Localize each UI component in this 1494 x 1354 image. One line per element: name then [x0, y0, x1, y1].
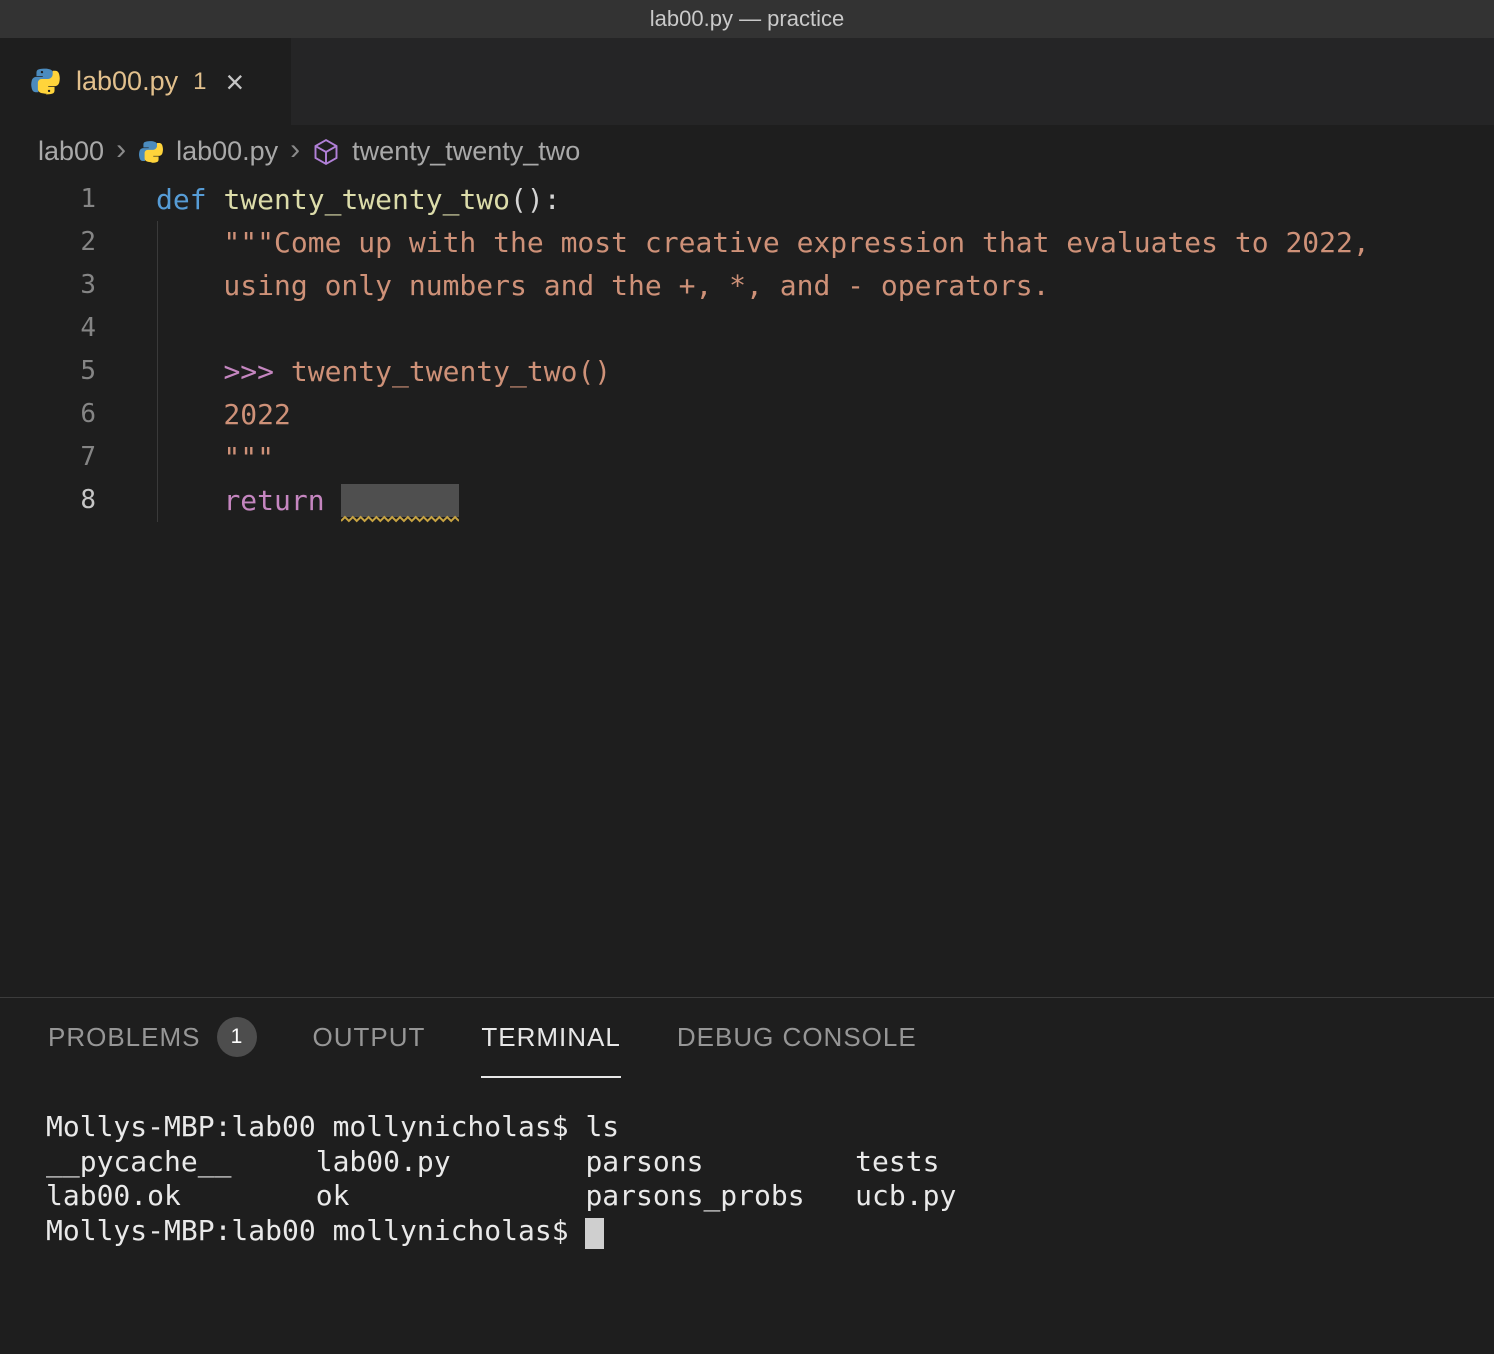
symbol-cube-icon — [312, 138, 340, 166]
tab-bar: lab00.py 1 × — [0, 38, 1494, 125]
line-number: 4 — [0, 307, 96, 350]
terminal[interactable]: Mollys-MBP:lab00 mollynicholas$ ls__pyca… — [0, 1110, 1494, 1248]
code-text: def twenty_twenty_two(): — [96, 178, 561, 221]
code-text — [96, 307, 156, 350]
chevron-right-icon: › — [116, 135, 126, 165]
tab-debug-console[interactable]: DEBUG CONSOLE — [677, 998, 917, 1078]
warning-squiggle — [341, 515, 459, 523]
tab-debug-console-label: DEBUG CONSOLE — [677, 1022, 917, 1053]
line-number: 8 — [0, 479, 96, 522]
line-number: 2 — [0, 221, 96, 264]
close-icon[interactable]: × — [225, 66, 244, 98]
breadcrumb-symbol[interactable]: twenty_twenty_two — [352, 136, 580, 167]
editor[interactable]: 1def twenty_twenty_two():2 """Come up wi… — [0, 178, 1494, 997]
code-text: 2022 — [96, 393, 291, 436]
code-line[interactable]: 4 — [0, 307, 1494, 350]
tab-problems-label: PROBLEMS — [48, 1022, 201, 1053]
python-icon — [30, 66, 61, 97]
window-title: lab00.py — practice — [650, 6, 844, 32]
tab-output-label: OUTPUT — [313, 1022, 426, 1053]
snippet-placeholder-box[interactable] — [341, 484, 459, 517]
tab-problem-count: 1 — [193, 68, 206, 96]
line-number: 1 — [0, 178, 96, 221]
panel-tab-bar: PROBLEMS 1 OUTPUT TERMINAL DEBUG CONSOLE — [0, 998, 1494, 1078]
code-line[interactable]: 3 using only numbers and the +, *, and -… — [0, 264, 1494, 307]
terminal-line: lab00.ok ok parsons_probs ucb.py — [46, 1179, 1494, 1214]
title-bar: lab00.py — practice — [0, 0, 1494, 38]
code-line[interactable]: 6 2022 — [0, 393, 1494, 436]
line-number: 5 — [0, 350, 96, 393]
breadcrumb-file[interactable]: lab00.py — [176, 136, 278, 167]
code-line[interactable]: 5 >>> twenty_twenty_two() — [0, 350, 1494, 393]
terminal-cursor — [585, 1218, 604, 1249]
chevron-right-icon: › — [290, 135, 300, 165]
tab-lab00py[interactable]: lab00.py 1 × — [0, 38, 291, 125]
bottom-panel: PROBLEMS 1 OUTPUT TERMINAL DEBUG CONSOLE… — [0, 997, 1494, 1354]
code-text: """Come up with the most creative expres… — [96, 221, 1370, 264]
line-number: 6 — [0, 393, 96, 436]
tab-terminal[interactable]: TERMINAL — [481, 998, 620, 1078]
code-line[interactable]: 7 """ — [0, 436, 1494, 479]
code-line[interactable]: 1def twenty_twenty_two(): — [0, 178, 1494, 221]
python-icon — [138, 139, 164, 165]
breadcrumb-folder[interactable]: lab00 — [38, 136, 104, 167]
problems-badge: 1 — [217, 1017, 257, 1057]
terminal-line: __pycache__ lab00.py parsons tests — [46, 1145, 1494, 1180]
code-line[interactable]: 8 return — [0, 479, 1494, 522]
indent-guide — [157, 221, 158, 522]
code-text: >>> twenty_twenty_two() — [96, 350, 611, 393]
tab-terminal-label: TERMINAL — [481, 1022, 620, 1053]
line-number: 3 — [0, 264, 96, 307]
code-text: using only numbers and the +, *, and - o… — [96, 264, 1049, 307]
tab-problems[interactable]: PROBLEMS 1 — [48, 998, 257, 1078]
code-text: """ — [96, 436, 274, 479]
terminal-line: Mollys-MBP:lab00 mollynicholas$ — [46, 1214, 1494, 1249]
terminal-line: Mollys-MBP:lab00 mollynicholas$ ls — [46, 1110, 1494, 1145]
tab-label: lab00.py — [76, 66, 178, 97]
code-text: return — [96, 479, 459, 522]
editor-lines: 1def twenty_twenty_two():2 """Come up wi… — [0, 178, 1494, 522]
tab-output[interactable]: OUTPUT — [313, 998, 426, 1078]
line-number: 7 — [0, 436, 96, 479]
breadcrumb: lab00 › lab00.py › twenty_twenty_two — [0, 125, 1494, 178]
code-line[interactable]: 2 """Come up with the most creative expr… — [0, 221, 1494, 264]
